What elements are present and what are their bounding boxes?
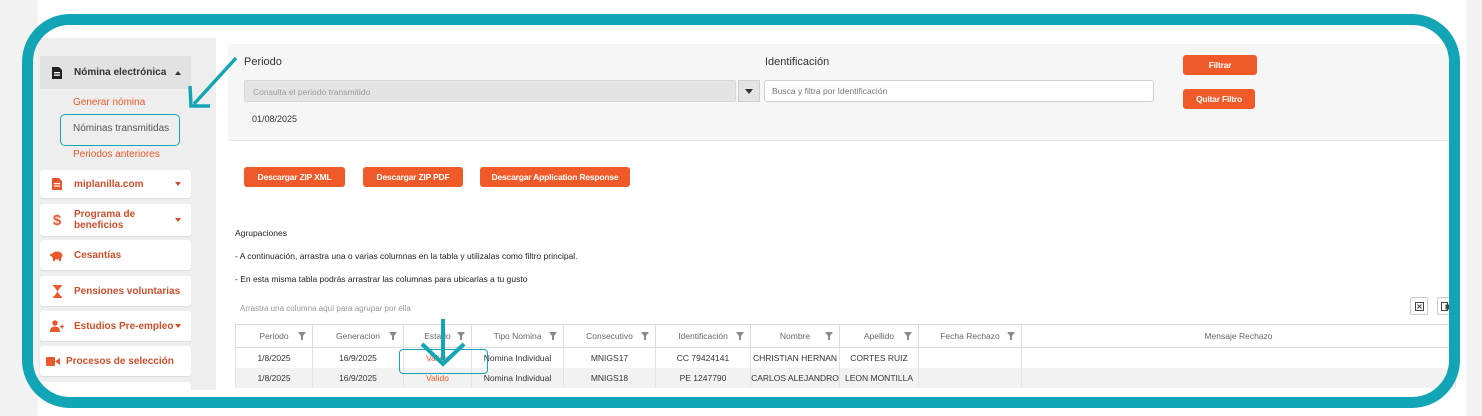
chevron-down-icon: [175, 324, 181, 328]
sidebar-item-procesos-seleccion[interactable]: Procesos de selección: [40, 346, 191, 376]
column-header-generacion[interactable]: Generacion: [312, 324, 404, 348]
filter-icon[interactable]: [549, 332, 557, 342]
hourglass-icon: [50, 284, 64, 298]
periodo-selected-value: 01/08/2025: [252, 114, 298, 124]
column-header-identificacion[interactable]: Identificación: [655, 324, 751, 348]
column-header-tipo-nomina[interactable]: Tipo Nomina: [471, 324, 564, 348]
cell-fecha-rechazo: [918, 347, 1022, 368]
sidebar-subitem-generar-nomina[interactable]: Generar nómina: [73, 97, 145, 108]
filter-icon[interactable]: [736, 332, 744, 342]
filter-icon[interactable]: [1007, 332, 1015, 342]
column-header-nombre[interactable]: Nombre: [750, 324, 840, 348]
periodo-dropdown-button[interactable]: [738, 80, 760, 102]
filter-icon[interactable]: [641, 332, 649, 342]
highlight-box-nominas: [60, 114, 180, 146]
cell-fecha-rechazo: [918, 368, 1022, 388]
cell-consecutivo: MNIGS18: [563, 368, 656, 388]
filtrar-button[interactable]: Filtrar: [1183, 55, 1257, 75]
filter-icon[interactable]: [457, 332, 465, 342]
cell-mensaje-rechazo: [1021, 347, 1456, 368]
sidebar-item-estudios-pre-empleo[interactable]: Estudios Pre-empleo: [40, 311, 191, 341]
chevron-down-icon: [175, 182, 181, 186]
filter-icon[interactable]: [825, 332, 833, 342]
cell-mensaje-rechazo: [1021, 368, 1456, 388]
filter-icon[interactable]: [904, 332, 912, 342]
video-camera-icon: [46, 354, 60, 368]
group-drop-zone[interactable]: Arrastra una columna aquí para agrupar p…: [240, 304, 411, 313]
cell-nombre: CARLOS ALEJANDRO: [750, 368, 840, 388]
cell-nombre: CHRISTIAN HERNAN: [750, 347, 840, 368]
sidebar-item-label: miplanilla.com: [74, 178, 144, 190]
cell-periodo: 1/8/2025: [235, 347, 313, 368]
table-header-row: Periodo Generacion Estado Tipo Nomina Co…: [235, 324, 1456, 348]
sidebar-item-label: Pensiones voluntarias: [74, 285, 181, 297]
cell-apellido: LEON MONTILLA: [839, 368, 919, 388]
cell-consecutivo: MNIGS17: [563, 347, 656, 368]
agrupaciones-line-1: - A continuación, arrastra una o varias …: [235, 251, 578, 261]
filter-icon[interactable]: [298, 332, 306, 342]
piggy-bank-icon: [50, 248, 64, 262]
column-header-estado[interactable]: Estado: [403, 324, 472, 348]
sidebar-item-programa-beneficios[interactable]: $ Programa de beneficios: [40, 204, 191, 236]
column-header-mensaje-rechazo[interactable]: Mensaje Rechazo: [1021, 324, 1456, 348]
sidebar-item-label: Programa de beneficios: [74, 209, 136, 231]
sidebar-item-label: Estudios Pre-empleo: [74, 320, 174, 332]
descargar-application-response-button[interactable]: Descargar Application Response: [480, 167, 630, 187]
identificacion-label: Identificación: [765, 56, 830, 68]
agrupaciones-line-2: - En esta misma tabla podrás arrastrar l…: [235, 274, 528, 284]
column-header-apellido[interactable]: Apellido: [839, 324, 919, 348]
file-icon: [50, 177, 64, 191]
chevron-down-icon: [175, 218, 181, 222]
user-plus-icon: [50, 319, 64, 333]
sidebar-item-label: Cesantías: [74, 249, 122, 261]
descargar-zip-pdf-button[interactable]: Descargar ZIP PDF: [363, 167, 463, 187]
cell-periodo: 1/8/2025: [235, 368, 313, 388]
sidebar-item-miplanilla[interactable]: miplanilla.com: [40, 170, 191, 198]
sidebar-subitem-periodos-anteriores[interactable]: Periodos anteriores: [73, 149, 160, 160]
quitar-filtro-button[interactable]: Quitar Filtro: [1183, 89, 1255, 109]
column-header-fecha-rechazo[interactable]: Fecha Rechazo: [918, 324, 1022, 348]
document-icon: [50, 66, 64, 80]
sidebar-item-cesantias[interactable]: Cesantías: [40, 240, 191, 270]
agrupaciones-title: Agrupaciones: [235, 228, 287, 238]
filter-icon[interactable]: [389, 332, 397, 342]
cell-apellido: CORTES RUIZ: [839, 347, 919, 368]
sidebar-item-nomina-electronica[interactable]: Nómina electrónica: [40, 56, 191, 89]
sidebar-item-pensiones-voluntarias[interactable]: Pensiones voluntarias: [40, 276, 191, 306]
sidebar-item-label: Nómina electrónica: [74, 67, 167, 78]
dollar-icon: $: [52, 211, 62, 229]
export-pdf-icon[interactable]: [1437, 297, 1455, 315]
sidebar-item-label: Procesos de selección: [66, 355, 174, 367]
cell-identificacion: CC 79424141: [655, 347, 751, 368]
chevron-up-icon: [175, 71, 181, 75]
cell-generacion: 16/9/2025: [312, 347, 404, 368]
sidebar-item-more[interactable]: [40, 382, 191, 402]
periodo-select[interactable]: Consulta el periodo transmitido: [244, 80, 736, 102]
periodo-label: Periodo: [244, 56, 282, 68]
highlight-box-estado: [399, 349, 488, 374]
cell-generacion: 16/9/2025: [312, 368, 404, 388]
identificacion-input[interactable]: [764, 80, 1154, 102]
column-header-periodo[interactable]: Periodo: [235, 324, 313, 348]
descargar-zip-xml-button[interactable]: Descargar ZIP XML: [244, 167, 345, 187]
column-header-consecutivo[interactable]: Consecutivo: [563, 324, 656, 348]
export-excel-icon[interactable]: [1410, 297, 1428, 315]
cell-identificacion: PE 1247790: [655, 368, 751, 388]
